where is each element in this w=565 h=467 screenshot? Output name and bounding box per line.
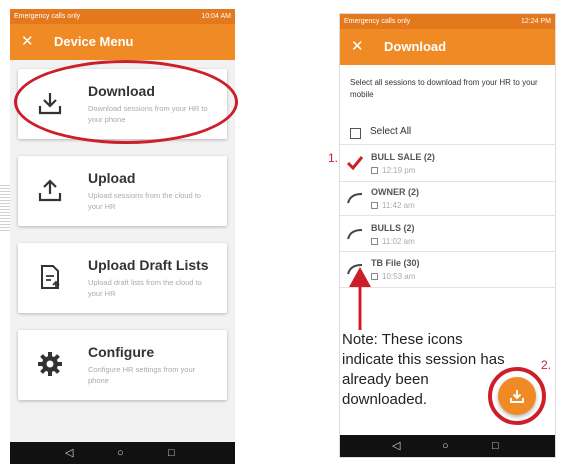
- download-fab-button[interactable]: [498, 377, 536, 415]
- annotation-number-1: 1.: [328, 151, 339, 165]
- status-clock: 10:04 AM: [201, 13, 231, 20]
- calendar-icon: [371, 202, 378, 209]
- status-text: Emergency calls only: [344, 18, 411, 25]
- gear-icon: [38, 352, 62, 376]
- session-name: BULL SALE (2): [371, 152, 435, 162]
- check-icon: [346, 156, 364, 171]
- annotation-number-2: 2.: [541, 358, 552, 372]
- back-button[interactable]: ◁: [65, 446, 73, 460]
- card-title: Upload: [88, 170, 136, 186]
- card-description: Upload sessions from the cloud to your H…: [88, 191, 201, 211]
- nav-bar: ◁ ○ □: [340, 435, 555, 457]
- divider: [340, 215, 555, 216]
- home-button[interactable]: ○: [117, 446, 124, 460]
- session-time: 11:42 am: [371, 201, 415, 210]
- calendar-icon: [371, 167, 378, 174]
- session-row[interactable]: BULL SALE (2) 12:19 pm: [340, 149, 557, 185]
- instruction-text: Select all sessions to download from you…: [350, 78, 538, 99]
- session-name: OWNER (2): [371, 187, 419, 197]
- session-time: 12:19 pm: [371, 166, 415, 175]
- downloaded-icon: [347, 193, 363, 204]
- download-icon: [510, 390, 524, 403]
- status-text: Emergency calls only: [14, 13, 81, 20]
- divider: [340, 144, 555, 145]
- select-all-checkbox[interactable]: [350, 128, 361, 139]
- card-title: Configure: [88, 344, 155, 360]
- select-all-label: Select All: [370, 126, 412, 137]
- divider: [340, 251, 555, 252]
- downloaded-icon: [347, 229, 363, 240]
- recents-button[interactable]: □: [168, 446, 175, 460]
- document-upload-icon: [41, 265, 60, 289]
- upload-draft-lists-card[interactable]: Upload Draft Lists Upload draft lists fr…: [18, 243, 227, 313]
- back-button[interactable]: ◁: [392, 439, 400, 453]
- annotation-arrow: [349, 267, 371, 330]
- nav-bar: ◁ ○ □: [10, 442, 235, 464]
- calendar-icon: [371, 238, 378, 245]
- card-title: Upload Draft Lists: [88, 257, 209, 273]
- close-icon[interactable]: ✕: [351, 37, 364, 57]
- divider: [340, 181, 555, 182]
- configure-card[interactable]: Configure Configure HR settings from you…: [18, 330, 227, 400]
- page-title: Device Menu: [54, 34, 134, 49]
- upload-icon: [38, 179, 62, 202]
- card-description: Upload draft lists from the cloud to you…: [88, 278, 202, 298]
- recents-button[interactable]: □: [492, 439, 499, 453]
- session-time: 11:02 am: [371, 237, 415, 246]
- session-name: BULLS (2): [371, 223, 415, 233]
- home-button[interactable]: ○: [442, 439, 449, 453]
- upload-card[interactable]: Upload Upload sessions from the cloud to…: [18, 156, 227, 226]
- app-bar: ✕ Download: [340, 29, 555, 65]
- close-icon[interactable]: ✕: [21, 32, 34, 52]
- status-bar: Emergency calls only 10:04 AM: [10, 9, 235, 24]
- page-title: Download: [384, 39, 447, 54]
- status-bar: Emergency calls only 12:24 PM: [340, 14, 555, 29]
- status-clock: 12:24 PM: [521, 18, 551, 25]
- card-description: Configure HR settings from your phone: [88, 365, 196, 385]
- app-bar: ✕ Device Menu: [10, 24, 235, 60]
- highlight-oval: [14, 60, 238, 144]
